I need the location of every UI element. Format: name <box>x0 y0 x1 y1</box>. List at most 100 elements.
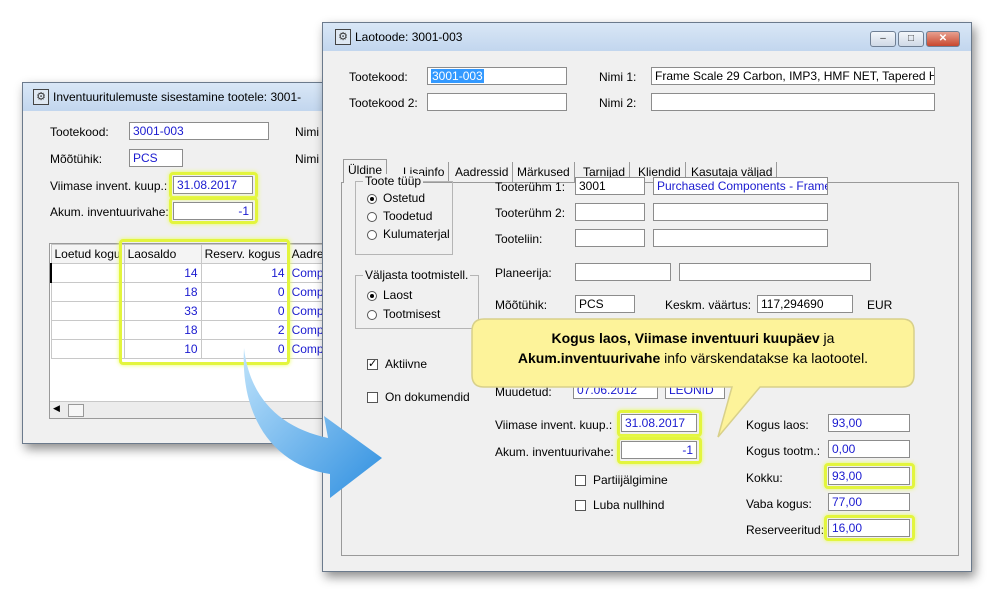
akum-label: Akum. inventuurivahe: <box>50 205 169 219</box>
reserveeritud-label: Reserveeritud: <box>746 523 825 537</box>
ostetud-label: Ostetud <box>383 191 426 205</box>
table-row[interactable]: 14 14 Compo <box>50 263 339 283</box>
radio-laost[interactable] <box>367 291 377 301</box>
table-row[interactable]: 18 2 Compo <box>50 320 339 340</box>
callout-text-2: info värskendatakse ka laotootel. <box>660 350 869 366</box>
right-window-title: Laotoode: 3001-003 <box>355 30 463 44</box>
partii-label: Partiijälgimine <box>593 473 668 487</box>
grid-cell-reserv: 2 <box>200 320 289 340</box>
tooteryhm2-code-field[interactable] <box>575 203 645 221</box>
kokku-field[interactable]: 93,00 <box>828 467 910 485</box>
grid-cell-reserv: 14 <box>200 263 289 283</box>
mootuhik-label: Mõõtühik: <box>495 298 548 312</box>
table-row[interactable]: 33 0 Compo <box>50 301 339 321</box>
tab-markused[interactable]: Märkused <box>513 162 575 182</box>
tooteryhm2-label: Tooterühm 2: <box>495 206 566 220</box>
grid-cell-loetud[interactable] <box>50 301 125 321</box>
vaba-kogus-label: Vaba kogus: <box>746 497 812 511</box>
luba-nullhind-checkbox[interactable] <box>575 500 586 511</box>
keskm-field[interactable]: 117,294690 <box>757 295 853 313</box>
radio-tootmisest[interactable] <box>367 310 377 320</box>
grid-header-laosaldo[interactable]: Laosaldo <box>123 244 202 264</box>
grid-cell-loetud[interactable] <box>50 339 125 359</box>
tooteliin-code-field[interactable] <box>575 229 645 247</box>
tooteliin-name-field[interactable] <box>653 229 828 247</box>
akum-label: Akum. inventuurivahe: <box>495 445 614 459</box>
on-dokumendid-label: On dokumendid <box>385 390 470 404</box>
nimi2-field[interactable] <box>651 93 935 111</box>
grid-cell-reserv: 0 <box>200 282 289 302</box>
grid-cell-loetud[interactable] <box>50 320 125 340</box>
grid-cell-loetud[interactable] <box>50 263 125 283</box>
tootekood2-field[interactable] <box>427 93 567 111</box>
tab-aadressid[interactable]: Aadressid <box>451 162 514 182</box>
left-window-title: Inventuuritulemuste sisestamine tootele:… <box>53 90 302 104</box>
callout-bold-2: Akum.inventuurivahe <box>517 350 661 366</box>
callout-text: Kogus laos, Viimase inventuuri kuupäev j… <box>478 328 908 368</box>
tootekood-field[interactable]: 3001-003 <box>129 122 269 140</box>
nimi2-label: Nimi 2: <box>599 96 637 110</box>
currency-label: EUR <box>867 298 893 312</box>
vaba-kogus-field[interactable]: 77,00 <box>828 493 910 511</box>
table-row[interactable]: 18 0 Compo <box>50 282 339 302</box>
maximize-icon[interactable]: □ <box>898 31 924 47</box>
tootekood2-label: Tootekood 2: <box>349 96 418 110</box>
tooteliin-label: Tooteliin: <box>495 232 543 246</box>
mootuhik-field[interactable]: PCS <box>129 149 183 167</box>
grid-cell-reserv: 0 <box>200 301 289 321</box>
callout-bold-1: Kogus laos, Viimase inventuuri kuupäev <box>551 330 820 346</box>
planeerija-name-field[interactable] <box>679 263 871 281</box>
nimi1-field[interactable]: Frame Scale 29 Carbon, IMP3, HMF NET, Ta… <box>651 67 935 85</box>
transfer-arrow-icon <box>243 348 382 498</box>
viimase-label: Viimase invent. kuup.: <box>50 179 168 193</box>
kokku-label: Kokku: <box>746 471 783 485</box>
akum-field[interactable]: -1 <box>173 202 253 220</box>
grid-header-loetud[interactable]: Loetud kogu <box>50 244 125 264</box>
tooteryhm1-label: Tooterühm 1: <box>495 180 566 194</box>
grid-cell-laosaldo: 18 <box>123 282 202 302</box>
minimize-icon[interactable]: – <box>870 31 896 47</box>
mootuhik-field[interactable]: PCS <box>575 295 635 313</box>
mootuhik-label: Mõõtühik: <box>50 152 103 166</box>
keskm-label: Keskm. väärtus: <box>665 298 752 312</box>
tootmisest-label: Tootmisest <box>383 307 441 321</box>
product-window: ⚙ Laotoode: 3001-003 – □ ✕ Tootekood: 30… <box>322 22 972 572</box>
planeerija-code-field[interactable] <box>575 263 671 281</box>
grid-header-row: Loetud kogu Laosaldo Reserv. kogus Aadre <box>50 244 339 264</box>
grid-cell-laosaldo: 14 <box>123 263 202 283</box>
luba-nullhind-label: Luba nullhind <box>593 498 665 512</box>
grid-cell-laosaldo: 10 <box>123 339 202 359</box>
toote-tyyp-title: Toote tüüp <box>363 174 424 188</box>
tootekood-label: Tootekood: <box>349 70 408 84</box>
kulumaterjal-label: Kulumaterjal <box>383 227 450 241</box>
toodetud-label: Toodetud <box>383 209 433 223</box>
app-icon: ⚙ <box>335 29 351 45</box>
grid-cell-laosaldo: 33 <box>123 301 202 321</box>
tootekood-label: Tootekood: <box>50 125 109 139</box>
tootekood-field[interactable]: 3001-003 <box>427 67 567 85</box>
radio-toodetud[interactable] <box>367 212 377 222</box>
left-window-titlebar: ⚙ Inventuuritulemuste sisestamine tootel… <box>23 83 338 111</box>
scroll-left-icon[interactable]: ◀ <box>53 403 60 414</box>
close-icon[interactable]: ✕ <box>926 31 960 47</box>
scroll-thumb[interactable] <box>68 404 84 417</box>
right-window-titlebar: ⚙ Laotoode: 3001-003 – □ ✕ <box>323 23 971 51</box>
callout-text-1: ja <box>819 330 835 346</box>
tooteryhm2-name-field[interactable] <box>653 203 828 221</box>
tootekood-selected-text: 3001-003 <box>431 69 484 83</box>
app-icon: ⚙ <box>33 89 49 105</box>
planeerija-label: Planeerija: <box>495 266 552 280</box>
nimi1-label: Nimi 1: <box>599 70 637 84</box>
grid-cell-laosaldo: 18 <box>123 320 202 340</box>
partii-checkbox[interactable] <box>575 475 586 486</box>
radio-kulumaterjal[interactable] <box>367 230 377 240</box>
valjasta-title: Väljasta tootmistell. <box>363 268 471 282</box>
radio-ostetud[interactable] <box>367 194 377 204</box>
grid-header-reserv[interactable]: Reserv. kogus <box>200 244 289 264</box>
reserveeritud-field[interactable]: 16,00 <box>828 519 910 537</box>
grid-cell-loetud[interactable] <box>50 282 125 302</box>
tooteryhm1-name-field[interactable]: Purchased Components - Frames <box>653 177 828 195</box>
laost-label: Laost <box>383 288 413 302</box>
viimase-field[interactable]: 31.08.2017 <box>173 176 253 194</box>
tooteryhm1-code-field[interactable]: 3001 <box>575 177 645 195</box>
